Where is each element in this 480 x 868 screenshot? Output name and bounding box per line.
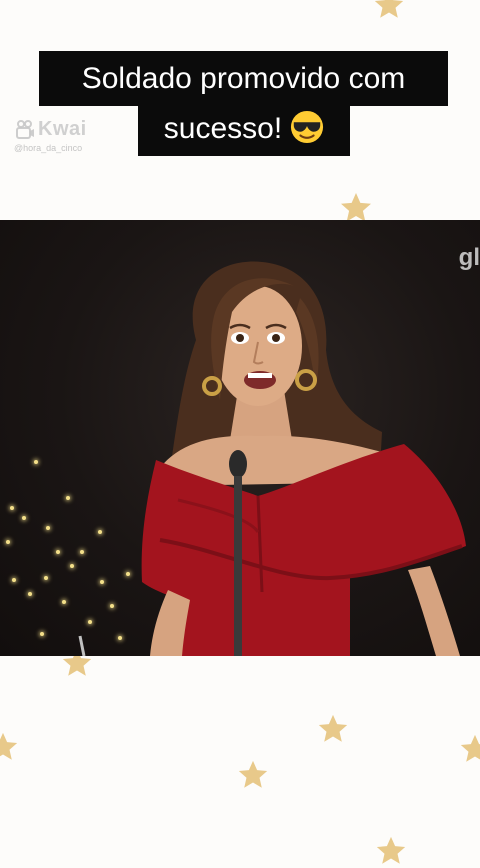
video-player[interactable]: gl — [0, 220, 480, 656]
caption-line-2: sucesso! — [138, 106, 350, 156]
caption-text-line-2: sucesso! — [163, 112, 283, 145]
watermark-handle: @hora_da_cinco — [14, 143, 83, 153]
star-decoration-icon — [0, 730, 20, 764]
caption-line-1: Soldado promovido com — [39, 51, 448, 106]
presenter-figure — [0, 220, 480, 656]
kwai-logo-icon — [14, 119, 36, 141]
kwai-watermark: Kwai @hora_da_cinco — [14, 118, 87, 153]
watermark-brand: Kwai — [38, 118, 87, 140]
star-decoration-icon — [236, 758, 270, 792]
star-decoration-icon — [458, 732, 480, 766]
star-decoration-icon — [372, 0, 406, 22]
caption-text-line-1: Soldado promovido com — [81, 62, 406, 95]
star-decoration-icon — [374, 834, 408, 868]
star-decoration-icon — [316, 712, 350, 746]
sunglasses-emoji-icon — [290, 110, 324, 144]
